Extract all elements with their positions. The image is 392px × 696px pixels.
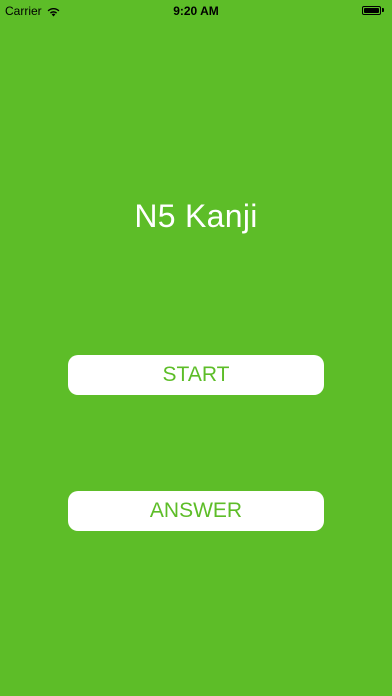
page-title: N5 Kanji <box>134 198 258 234</box>
status-bar: Carrier 9:20 AM <box>0 0 392 20</box>
battery-icon <box>362 5 384 15</box>
answer-button[interactable]: ANSWER <box>68 491 324 531</box>
battery-fill <box>364 7 379 13</box>
start-button[interactable]: START <box>68 355 324 395</box>
status-time: 9:20 AM <box>173 4 219 18</box>
